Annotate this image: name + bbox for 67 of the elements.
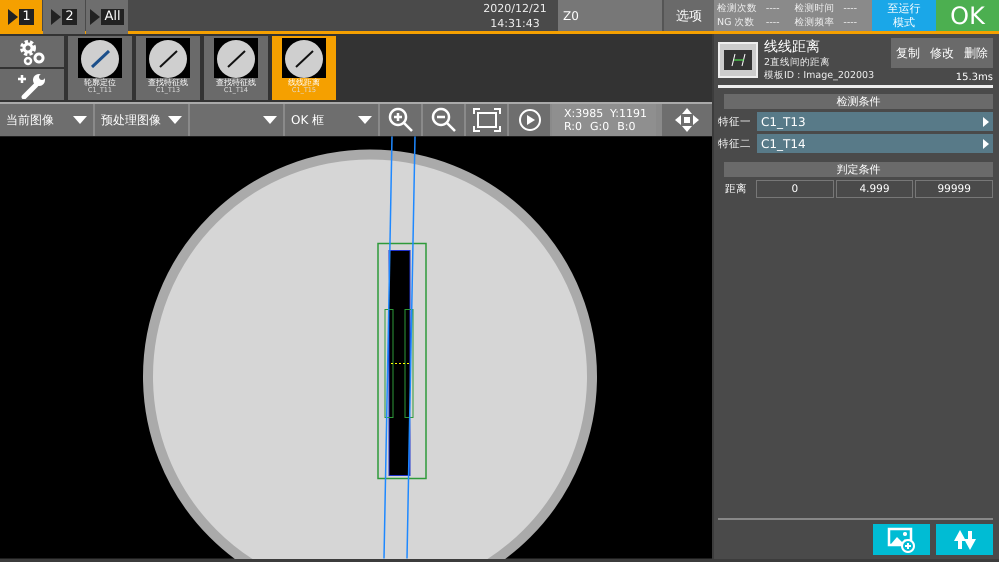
thumbnail-drawing (78, 38, 122, 78)
thumbnail-drawing (146, 38, 190, 78)
section-header: 检测条件 (724, 94, 993, 109)
feature-label: 特征一 (718, 114, 752, 128)
x-coordinate: X:3985 (564, 107, 604, 120)
arrow-icon (983, 116, 989, 126)
feature-label: 特征二 (718, 136, 752, 150)
camera-tab[interactable]: All (86, 0, 128, 34)
stat-label: 检测频率 (794, 16, 836, 30)
g-channel-value: G:0 (590, 120, 610, 133)
section-header: 判定条件 (724, 162, 993, 177)
dropdown-arrow-icon (263, 116, 277, 124)
zone-field[interactable]: Z0 (558, 0, 662, 31)
zoom-out-button[interactable] (423, 104, 464, 136)
feature-select[interactable]: C1_T14 (757, 134, 993, 153)
date-text: 2020/12/21 (483, 0, 547, 16)
action-button[interactable]: 复制 (891, 38, 925, 68)
tool-title: 线线距离 (764, 38, 821, 56)
thumbnail-drawing (214, 38, 258, 78)
tool-subtitle: 2直线间的距离 (764, 56, 832, 69)
run-mode-button[interactable]: 至运行 模式 (872, 0, 936, 31)
stat-value: ---- (766, 16, 781, 30)
settings-button[interactable] (0, 36, 64, 67)
arrow-icon (983, 138, 989, 148)
dropdown[interactable]: 预处理图像 (95, 104, 188, 136)
camera-tab[interactable]: 1 (0, 0, 42, 34)
feature-select[interactable]: C1_T13 (757, 112, 993, 131)
fit-view-button[interactable] (466, 104, 507, 136)
stat-label: 检测次数 (717, 2, 758, 16)
thumbnail-drawing (282, 38, 326, 78)
time-text: 14:31:43 (490, 16, 540, 30)
value-field[interactable]: 4.999 (836, 180, 914, 198)
add-tool-button[interactable] (0, 69, 64, 100)
r-channel-value: R:0 (564, 120, 582, 133)
value-field[interactable]: 0 (756, 180, 834, 198)
pan-button[interactable] (662, 104, 712, 136)
zoom-in-icon (388, 107, 414, 133)
action-button[interactable]: 修改 (925, 38, 959, 68)
stat-label: 检测时间 (794, 2, 836, 16)
zoom-in-button[interactable] (380, 104, 421, 136)
play-icon (518, 108, 542, 132)
dropdown-arrow-icon (358, 116, 372, 124)
dropdown-arrow-icon (168, 116, 182, 124)
condition-label: 距离 (724, 182, 748, 196)
image-plus-icon (886, 526, 916, 552)
time-text: 15.3ms (956, 72, 993, 83)
camera-tab[interactable]: 2 (43, 0, 85, 34)
template-id-text: 模板ID : Image_202003 (764, 69, 876, 82)
dropdown[interactable]: 当前图像 (0, 104, 93, 136)
value-field[interactable]: 99999 (915, 180, 994, 198)
options-button[interactable]: 选项 (662, 0, 714, 31)
stat-label: NG 次数 (717, 16, 756, 30)
move-arrows-icon (674, 107, 700, 133)
fit-frame-icon (472, 108, 500, 132)
stat-value: ---- (843, 16, 858, 30)
action-button[interactable]: 删除 (959, 38, 993, 68)
line-distance-icon (718, 42, 758, 78)
gears-icon (17, 38, 47, 66)
b-channel-value: B:0 (617, 120, 636, 133)
stat-value: ---- (766, 2, 781, 16)
dropdown[interactable]: OK 框 (285, 104, 378, 136)
stat-value: ---- (843, 2, 858, 16)
result-indicator: OK (936, 0, 999, 31)
y-coordinate: Y:1191 (610, 107, 648, 120)
dropdown-arrow-icon (73, 116, 87, 124)
zoom-out-icon (430, 107, 456, 133)
play-button[interactable] (509, 104, 550, 136)
